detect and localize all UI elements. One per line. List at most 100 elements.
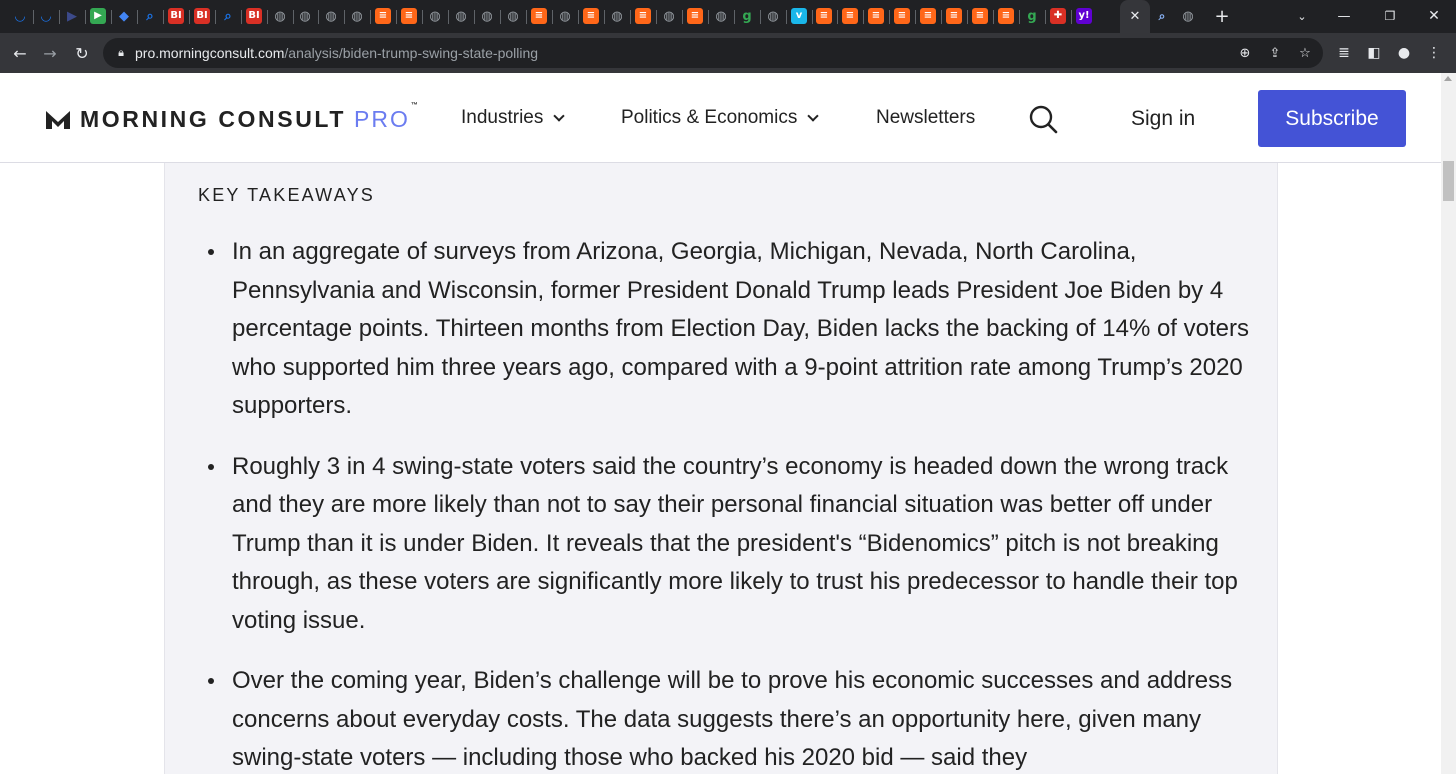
browser-tab[interactable]: ▶ [86,4,110,28]
bullet-icon [208,463,214,470]
browser-tab[interactable]: ◍ [709,4,733,28]
nav-newsletters[interactable]: Newsletters [876,107,975,129]
close-window-button[interactable]: ✕ [1422,4,1446,28]
yahoo-icon: y! [1076,8,1092,24]
g-icon: g [1027,8,1037,24]
browser-tab[interactable]: g [1020,4,1044,28]
back-button[interactable]: ← [6,39,34,67]
bookmark-star-icon[interactable]: ☆ [1295,43,1315,63]
active-tab[interactable]: ✕ [1120,0,1150,33]
reading-list-icon[interactable]: ≣ [1334,43,1354,63]
browser-tab[interactable]: ◍ [657,4,681,28]
substack-icon: ≡ [868,8,884,24]
substack-icon: ≡ [816,8,832,24]
search-icon[interactable] [1028,104,1058,134]
graduation-cap-icon: ◆ [119,8,129,24]
globe-icon: ◍ [299,8,311,24]
browser-tab[interactable]: ≡ [631,4,655,28]
browser-tab[interactable]: ≡ [579,4,603,28]
menu-icon[interactable]: ⋮ [1424,43,1444,63]
key-takeaways-list: In an aggregate of surveys from Arizona,… [198,233,1258,774]
browser-tab[interactable]: ◍ [501,4,525,28]
browser-tab[interactable]: ≡ [397,4,421,28]
reload-button[interactable]: ↻ [68,39,96,67]
zoom-icon[interactable]: ⊕ [1235,43,1255,63]
substack-icon: ≡ [401,8,417,24]
profile-icon[interactable]: ● [1394,43,1414,63]
side-panel-icon[interactable]: ◧ [1364,43,1384,63]
globe-icon: ◍ [455,8,467,24]
nav-politics-economics[interactable]: Politics & Economics [621,107,820,129]
browser-tab[interactable]: ≡ [838,4,862,28]
sign-in-link[interactable]: Sign in [1131,107,1195,131]
browser-tab[interactable]: ⌕ [138,4,162,28]
browser-tab[interactable]: ⌕ [216,4,240,28]
address-bar[interactable]: 🔒︎ pro.morningconsult.com/analysis/biden… [103,38,1323,68]
browser-tab[interactable]: ◆ [112,4,136,28]
tab-globe[interactable]: ◍ [1176,4,1200,28]
browser-tab[interactable]: ≡ [890,4,914,28]
browser-tab[interactable]: ✚ [1046,4,1070,28]
globe-icon: ◍ [274,8,286,24]
minimize-window-button[interactable]: — [1332,4,1356,28]
globe-icon: ◍ [481,8,493,24]
page-scrollbar[interactable] [1441,73,1456,774]
browser-tab[interactable]: ≡ [527,4,551,28]
takeaway-item: Over the coming year, Biden’s challenge … [198,662,1258,774]
takeaway-item: Roughly 3 in 4 swing-state voters said t… [198,448,1258,641]
lock-icon[interactable]: 🔒︎ [111,43,131,63]
search-icon: ⌕ [146,8,154,24]
browser-tab[interactable]: ◍ [475,4,499,28]
browser-tab[interactable]: ≡ [994,4,1018,28]
browser-tab[interactable]: ≡ [968,4,992,28]
medical-icon: ✚ [1050,8,1066,24]
vimeo-icon: v [791,8,807,24]
browser-tab[interactable]: ◡ [8,4,32,28]
browser-tab[interactable]: ◍ [293,4,317,28]
share-icon[interactable]: ⇪ [1265,43,1285,63]
tab-search[interactable]: ⌕ [1150,4,1174,28]
browser-tab[interactable]: ◍ [319,4,343,28]
browser-tab[interactable]: ≡ [371,4,395,28]
browser-tab[interactable]: v [787,4,811,28]
key-takeaways-title: KEY TAKEAWAYS [198,185,375,205]
morning-consult-logo[interactable]: MORNING CONSULT PRO™ [44,102,418,133]
restore-window-button[interactable]: ❐ [1378,4,1402,28]
subscribe-button[interactable]: Subscribe [1258,90,1406,147]
browser-tab[interactable]: ◍ [268,4,292,28]
browser-tab[interactable]: ≡ [916,4,940,28]
forward-button[interactable]: → [36,39,64,67]
browser-tab[interactable]: ≡ [683,4,707,28]
tab-search-dropdown-icon[interactable]: ⌄ [1290,4,1314,28]
globe-icon: ◍ [351,8,363,24]
browser-tab[interactable]: ◍ [605,4,629,28]
browser-tab[interactable]: ◍ [553,4,577,28]
browser-tab[interactable]: ≡ [864,4,888,28]
chevron-down-icon [807,109,820,122]
new-tab-button[interactable]: + [1210,4,1234,28]
browser-toolbar: ← → ↻ 🔒︎ pro.morningconsult.com/analysis… [0,33,1456,73]
browser-tab[interactable]: y! [1072,4,1096,28]
play-icon: ▶ [90,8,106,24]
substack-icon: ≡ [920,8,936,24]
key-takeaways-box: KEY TAKEAWAYS In an aggregate of surveys… [164,163,1278,774]
browser-tab[interactable]: ≡ [942,4,966,28]
substack-icon: ≡ [972,8,988,24]
browser-tab[interactable]: ◍ [449,4,473,28]
browser-tab[interactable]: ◍ [423,4,447,28]
browser-tab[interactable]: g [735,4,759,28]
browser-tab[interactable]: ≡ [812,4,836,28]
close-tab-icon[interactable]: ✕ [1130,9,1141,24]
browser-tab[interactable]: BI [190,4,214,28]
globe-icon: ◍ [559,8,571,24]
browser-tab[interactable]: BI [242,4,266,28]
url-text[interactable]: pro.morningconsult.com/analysis/biden-tr… [135,45,538,61]
browser-tab[interactable]: ▶ [60,4,84,28]
browser-tab[interactable]: ◍ [761,4,785,28]
scrollbar-thumb[interactable] [1443,161,1454,201]
browser-tab[interactable]: BI [164,4,188,28]
nav-industries[interactable]: Industries [461,107,566,129]
browser-tab[interactable]: ◡ [34,4,58,28]
browser-tab[interactable]: ◍ [345,4,369,28]
scroll-up-arrow-icon[interactable] [1444,76,1452,81]
